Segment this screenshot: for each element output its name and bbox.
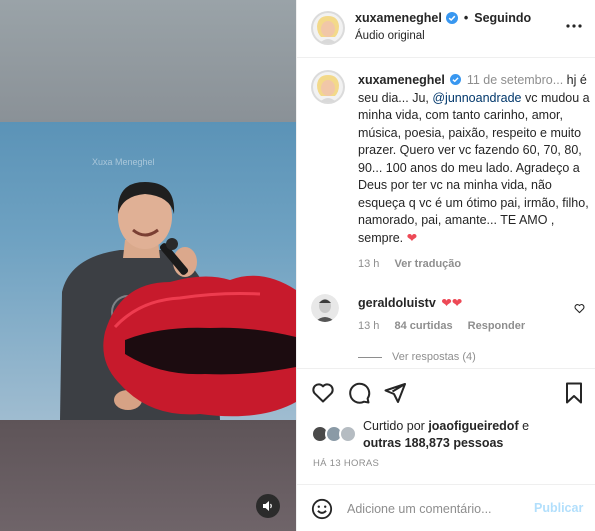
bookmark-icon[interactable] — [562, 381, 586, 405]
publish-button[interactable]: Publicar — [534, 501, 583, 515]
emoji-icon[interactable] — [311, 498, 333, 520]
comments-area: xuxameneghel 11 de setembro... hj é seu … — [297, 58, 595, 366]
post-time-ago[interactable]: HÁ 13 HORAS — [313, 458, 379, 469]
video-player[interactable]: Xuxa Meneghel — [0, 0, 296, 531]
caption-username[interactable]: xuxameneghel — [358, 73, 445, 87]
caption-avatar[interactable] — [311, 70, 345, 104]
audio-link[interactable]: Áudio original — [355, 30, 425, 42]
caption-date: 11 de setembro... — [466, 73, 564, 87]
caption-time[interactable]: 13 h — [358, 258, 379, 270]
comment-icon[interactable] — [347, 381, 371, 405]
reply-button[interactable]: Responder — [468, 320, 525, 332]
mute-button[interactable] — [256, 494, 280, 518]
view-replies-button[interactable]: Ver respostas (4) — [358, 351, 476, 363]
replies-line — [358, 356, 382, 358]
comment-avatar-image — [311, 294, 339, 322]
caption-meta: 13 h Ver tradução — [358, 258, 461, 270]
comment-text: geraldoluistv ❤❤ — [358, 295, 462, 310]
header-username[interactable]: xuxameneghel — [355, 11, 442, 25]
caption-heart-emoji: ❤ — [406, 230, 418, 245]
comment-input[interactable] — [347, 499, 517, 519]
instagram-post-modal: Xuxa Meneghel xuxameneghel • Seguindo Áu… — [0, 0, 595, 531]
video-blur-bottom — [0, 420, 296, 531]
share-icon[interactable] — [383, 381, 407, 405]
small-heart-icon[interactable] — [574, 303, 585, 314]
caption-text: xuxameneghel 11 de setembro... hj é seu … — [358, 72, 590, 247]
verified-badge-icon — [450, 74, 462, 85]
comment-time[interactable]: 13 h — [358, 320, 379, 332]
verified-badge-icon — [445, 12, 458, 24]
more-options-icon[interactable] — [565, 17, 583, 35]
comment-avatar[interactable] — [311, 294, 339, 322]
video-blur-top — [0, 0, 296, 122]
avatar[interactable] — [311, 11, 345, 45]
liked-by: Curtido por joaofigueiredof e outras 188… — [311, 418, 529, 452]
speaker-icon — [263, 501, 272, 511]
post-sidebar: xuxameneghel • Seguindo Áudio original x… — [296, 0, 595, 531]
following-button[interactable]: Seguindo — [474, 11, 531, 25]
action-bar — [297, 368, 595, 420]
caption-avatar-image — [313, 72, 343, 102]
comment-hearts: ❤❤ — [441, 296, 463, 310]
liked-prefix: Curtido por — [363, 419, 425, 433]
caption-mention-link[interactable]: @junnoandrade — [432, 91, 521, 105]
caption-body-end: vc mudou a minha vida, com tanto carinho… — [358, 90, 590, 245]
translate-link[interactable]: Ver tradução — [394, 258, 461, 270]
comment-username[interactable]: geraldoluistv — [358, 296, 436, 310]
heart-icon[interactable] — [311, 381, 335, 405]
comment-likes[interactable]: 84 curtidas — [394, 320, 452, 332]
liked-by-text: Curtido por joaofigueiredof e outras 188… — [363, 418, 529, 452]
header-user-row: xuxameneghel • Seguindo — [355, 11, 531, 25]
comment-meta: 13 h 84 curtidas Responder — [358, 320, 525, 332]
liked-user-link[interactable]: joaofigueiredof — [428, 419, 518, 433]
liker-avatars[interactable] — [311, 425, 357, 445]
video-watermark: Xuxa Meneghel — [92, 157, 155, 167]
liker-avatar — [339, 425, 357, 443]
separator-dot: • — [463, 11, 469, 25]
liked-others-link[interactable]: outras 188,873 pessoas — [363, 436, 503, 450]
add-comment-bar: Publicar — [297, 484, 595, 531]
view-replies-label: Ver respostas (4) — [392, 351, 476, 363]
liked-connector: e — [522, 419, 530, 433]
avatar-image — [313, 13, 343, 43]
post-header: xuxameneghel • Seguindo Áudio original — [297, 0, 595, 58]
